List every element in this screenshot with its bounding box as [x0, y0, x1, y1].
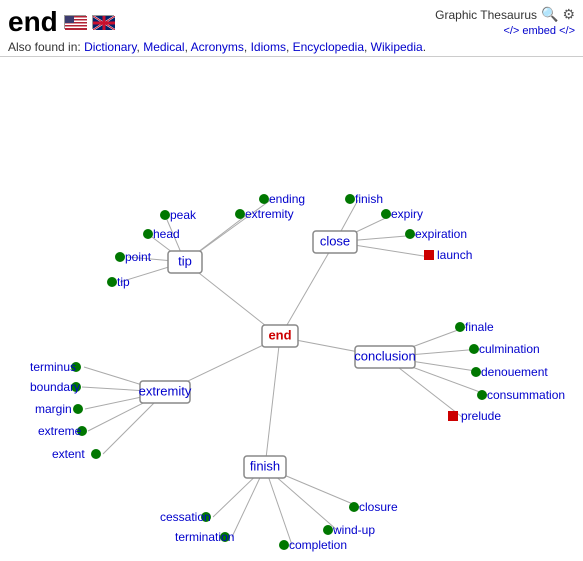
leaf-boundary[interactable]: boundary [30, 380, 80, 394]
leaf-ending[interactable]: ending [269, 192, 305, 206]
dot-expiry [381, 209, 391, 219]
node-conclusion-label[interactable]: conclusion [354, 348, 415, 363]
dot-ending [259, 194, 269, 204]
also-found: Also found in: Dictionary, Medical, Acro… [8, 40, 575, 54]
link-idioms[interactable]: Idioms [251, 40, 286, 54]
graph-area: end tip close extremity conclusion finis… [0, 57, 583, 557]
dot-finale [455, 322, 465, 332]
also-found-label: Also found in: [8, 40, 81, 54]
graph-svg: end tip close extremity conclusion finis… [0, 57, 583, 557]
leaf-point[interactable]: point [125, 250, 152, 264]
leaf-culmination[interactable]: culmination [479, 342, 540, 356]
main-word: end [8, 6, 58, 38]
node-finish-label[interactable]: finish [250, 458, 280, 473]
dot-finish-close [345, 194, 355, 204]
leaf-finish-close[interactable]: finish [355, 192, 383, 206]
edge-finish [265, 337, 280, 467]
leaf-tip[interactable]: tip [117, 275, 130, 289]
dot-consummation [477, 390, 487, 400]
dot-tip [107, 277, 117, 287]
dot-extremity-tip [235, 209, 245, 219]
leaf-prelude[interactable]: prelude [461, 409, 501, 423]
dot-denouement [471, 367, 481, 377]
leaf-extremity-tip[interactable]: extremity [245, 207, 294, 221]
leaf-terminus[interactable]: terminus [30, 360, 76, 374]
leaf-cessation[interactable]: cessation [160, 510, 211, 524]
top-right-row: Graphic Thesaurus 🔍 ⚙ [435, 6, 575, 23]
top-right: Graphic Thesaurus 🔍 ⚙ </> embed </> [435, 6, 575, 37]
leaf-peak[interactable]: peak [170, 208, 197, 222]
node-end-label[interactable]: end [268, 327, 291, 342]
node-close-label[interactable]: close [320, 233, 350, 248]
dot-extent [91, 449, 101, 459]
search-icon[interactable]: 🔍 [541, 6, 558, 23]
embed-link[interactable]: </> embed </> [503, 25, 575, 37]
graphic-thesaurus-label: Graphic Thesaurus [435, 8, 537, 22]
leaf-expiration[interactable]: expiration [415, 227, 467, 241]
dot-culmination [469, 344, 479, 354]
settings-icon[interactable]: ⚙ [562, 6, 575, 23]
link-acronyms[interactable]: Acronyms [191, 40, 244, 54]
link-encyclopedia[interactable]: Encyclopedia [293, 40, 364, 54]
leaf-closure[interactable]: closure [359, 500, 398, 514]
edge-close [280, 242, 335, 337]
link-wikipedia[interactable]: Wikipedia [371, 40, 423, 54]
node-tip-label[interactable]: tip [178, 253, 192, 268]
dot-peak [160, 210, 170, 220]
leaf-launch[interactable]: launch [437, 248, 472, 262]
leaf-finale[interactable]: finale [465, 320, 494, 334]
dot-prelude-red [448, 411, 458, 421]
link-medical[interactable]: Medical [143, 40, 184, 54]
flag-us-icon [64, 15, 86, 29]
flag-uk-icon [92, 15, 114, 29]
leaf-expiry[interactable]: expiry [391, 207, 423, 221]
leaf-windup[interactable]: wind-up [332, 523, 375, 537]
leaf-termination[interactable]: termination [175, 530, 234, 544]
dot-launch-red [424, 250, 434, 260]
leaf-consummation[interactable]: consummation [487, 388, 565, 402]
dot-closure [349, 502, 359, 512]
dot-expiration [405, 229, 415, 239]
node-extremity-label[interactable]: extremity [139, 383, 192, 398]
leaf-head[interactable]: head [153, 227, 180, 241]
dot-completion [279, 540, 289, 550]
leaf-completion[interactable]: completion [289, 538, 347, 552]
leaf-denouement[interactable]: denouement [481, 365, 548, 379]
leaf-margin[interactable]: margin [35, 402, 72, 416]
leaf-extreme[interactable]: extreme [38, 424, 82, 438]
leaf-extent[interactable]: extent [52, 447, 85, 461]
dot-windup [323, 525, 333, 535]
link-dictionary[interactable]: Dictionary [84, 40, 136, 54]
dot-head [143, 229, 153, 239]
dot-margin [73, 404, 83, 414]
dot-point [115, 252, 125, 262]
